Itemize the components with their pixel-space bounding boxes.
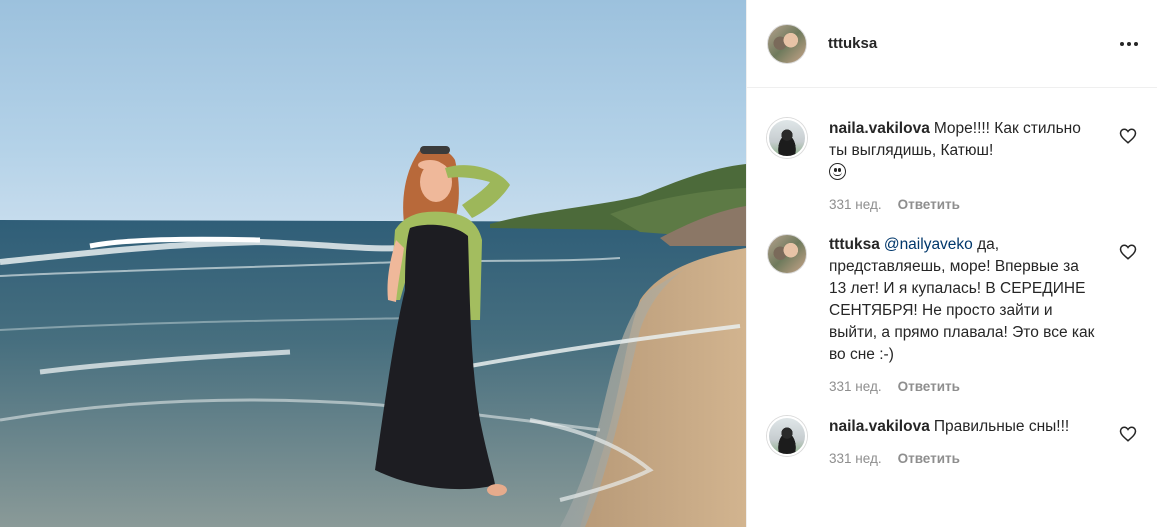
more-options-icon[interactable]	[1115, 30, 1143, 58]
comment-item: naila.vakilova Правильные сны!!! 331 нед.…	[767, 416, 1137, 466]
comment-text: naila.vakilova Правильные сны!!!	[829, 416, 1099, 438]
reply-button[interactable]: Ответить	[898, 379, 960, 394]
commenter-avatar[interactable]	[767, 234, 807, 274]
comment-message: Правильные сны!!!	[933, 418, 1070, 435]
author-avatar[interactable]	[767, 23, 807, 64]
post-viewer: tttuksa naila.vakilova Море!!!! Как стиль…	[0, 0, 1157, 527]
comment-username[interactable]: naila.vakilova	[829, 418, 930, 435]
smiling-face-emoji-icon	[829, 163, 846, 180]
comment-body: tttuksa @nailyaveko да, представляешь, мо…	[829, 234, 1099, 394]
heart-icon[interactable]	[1119, 127, 1137, 145]
comment-message: да, представляешь, море! Впервые за 13 л…	[829, 236, 1095, 363]
comment-username[interactable]: tttuksa	[829, 236, 880, 253]
reply-button[interactable]: Ответить	[898, 451, 960, 466]
beach-scene-image	[0, 146, 746, 527]
heart-icon[interactable]	[1119, 425, 1137, 443]
comment-item: naila.vakilova Море!!!! Как стильно ты вы…	[767, 118, 1137, 212]
comment-body: naila.vakilova Море!!!! Как стильно ты вы…	[829, 118, 1099, 212]
commenter-avatar[interactable]	[767, 416, 807, 456]
reply-button[interactable]: Ответить	[898, 197, 960, 212]
commenter-avatar[interactable]	[767, 118, 807, 158]
comment-age[interactable]: 331 нед.	[829, 379, 882, 394]
comment-meta: 331 нед. Ответить	[829, 451, 1099, 466]
author-username[interactable]: tttuksa	[828, 35, 877, 52]
heart-icon[interactable]	[1119, 243, 1137, 261]
comment-text: naila.vakilova Море!!!! Как стильно ты вы…	[829, 118, 1099, 184]
comment-text: tttuksa @nailyaveko да, представляешь, мо…	[829, 234, 1099, 366]
comment-username[interactable]: naila.vakilova	[829, 120, 930, 137]
comment-meta: 331 нед. Ответить	[829, 197, 1099, 212]
comment-meta: 331 нед. Ответить	[829, 379, 1099, 394]
comment-item: tttuksa @nailyaveko да, представляешь, мо…	[767, 234, 1137, 394]
comment-body: naila.vakilova Правильные сны!!! 331 нед.…	[829, 416, 1099, 466]
post-photo[interactable]	[0, 0, 746, 527]
comments-panel: tttuksa naila.vakilova Море!!!! Как стиль…	[746, 0, 1157, 527]
comment-age[interactable]: 331 нед.	[829, 197, 882, 212]
post-header: tttuksa	[747, 0, 1157, 88]
comment-list: naila.vakilova Море!!!! Как стильно ты вы…	[747, 88, 1157, 466]
comment-mention[interactable]: @nailyaveko	[884, 236, 973, 253]
comment-age[interactable]: 331 нед.	[829, 451, 882, 466]
